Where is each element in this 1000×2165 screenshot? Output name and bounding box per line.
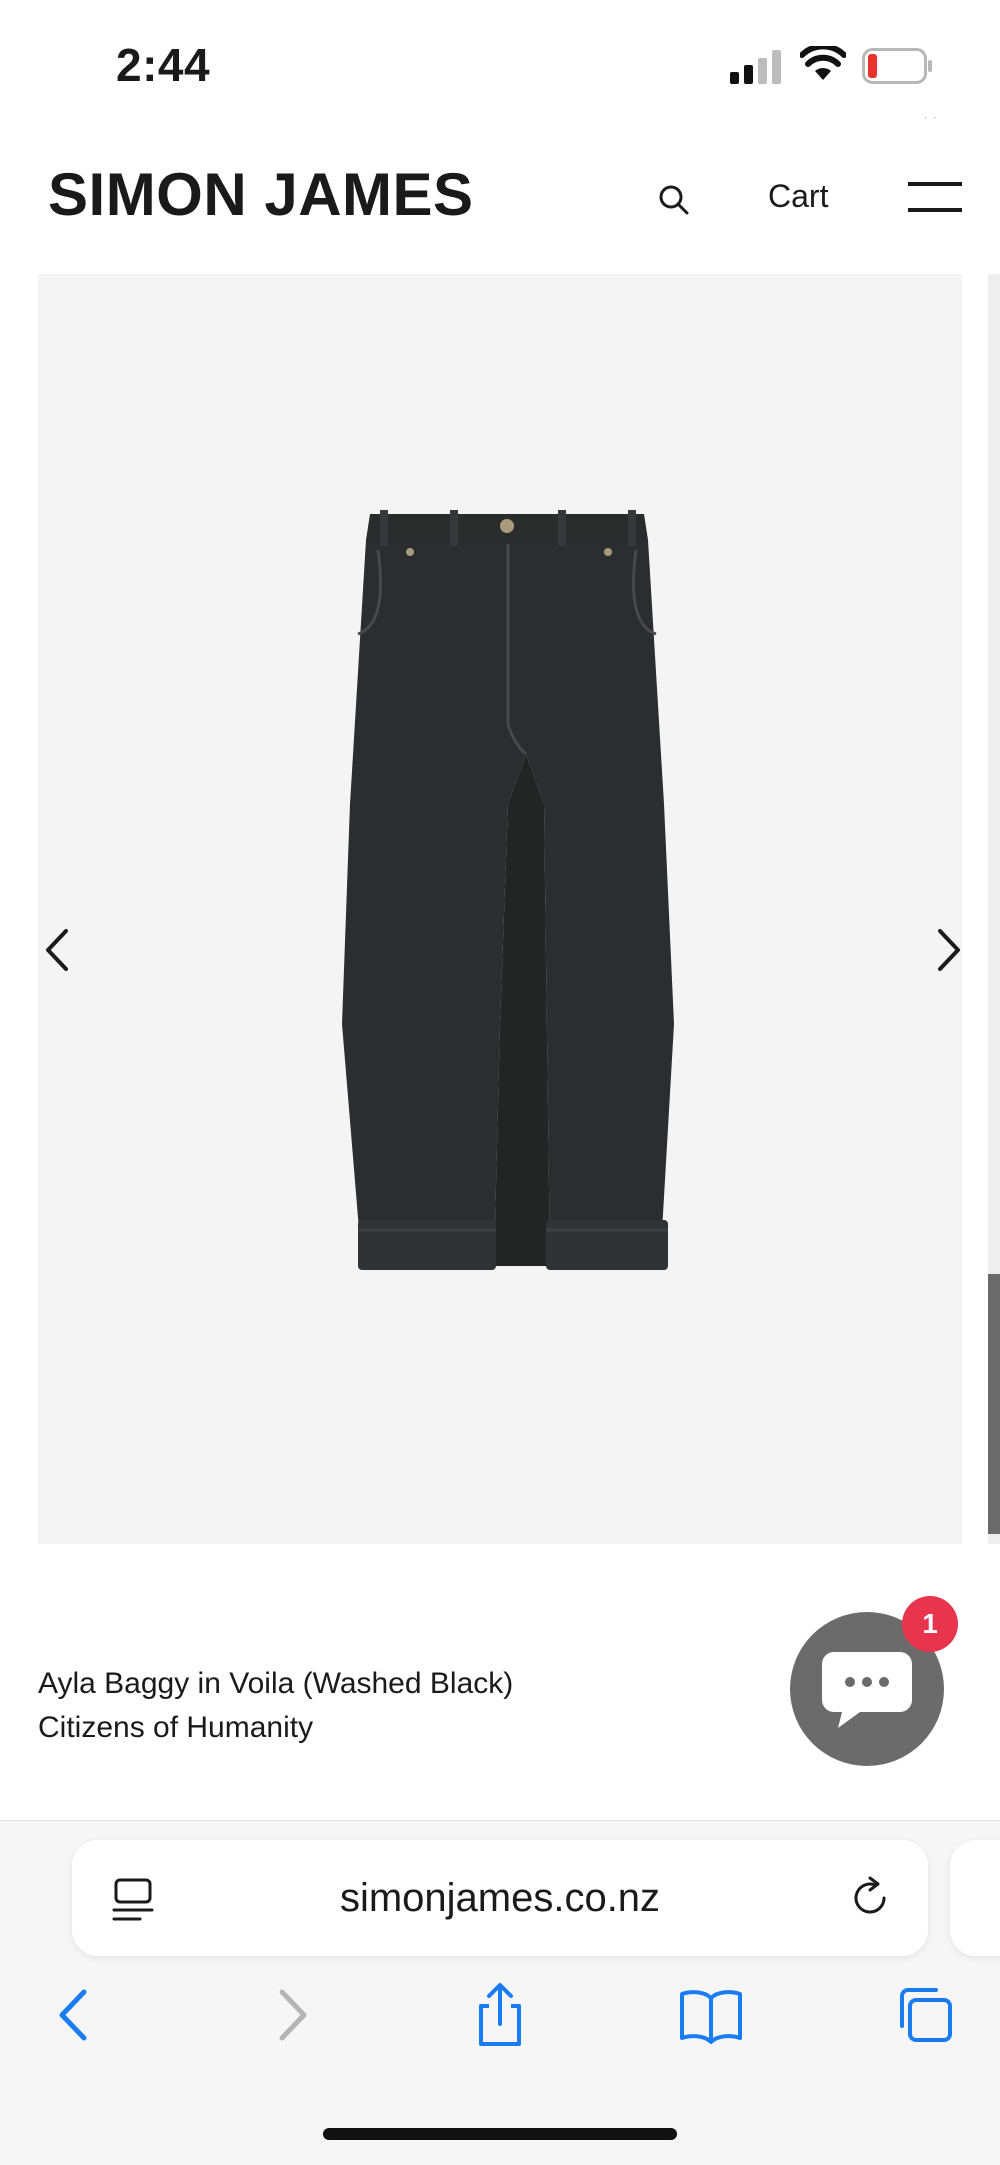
signal-icon [730,50,781,84]
forward-icon[interactable] [256,1980,326,2050]
faint-indicator: ·· [924,112,943,123]
browser-toolbar [0,1980,1000,2060]
product-title[interactable]: Ayla Baggy in Voila (Washed Black) [38,1662,513,1706]
chat-notification-badge: 1 [902,1596,958,1652]
search-icon[interactable] [656,182,692,218]
brand-logo[interactable]: SIMON JAMES [48,160,474,229]
product-info: Ayla Baggy in Voila (Washed Black) Citiz… [38,1662,513,1750]
bookmarks-icon[interactable] [676,1980,746,2050]
chat-bubble-icon [822,1652,912,1728]
next-slide-peek [988,274,1000,1544]
tabs-icon[interactable] [888,1980,958,2050]
back-icon[interactable] [40,1980,110,2050]
status-bar: 2:44 ·· [0,0,1000,130]
black-wide-leg-jeans-image [342,510,674,1270]
site-header: SIMON JAMES Cart [0,140,1000,260]
next-tab-peek[interactable] [950,1840,1000,1956]
hamburger-menu-icon[interactable] [908,180,962,214]
chevron-right-icon[interactable] [928,925,962,975]
url-text[interactable]: simonjames.co.nz [72,1840,928,1956]
share-icon[interactable] [465,1980,535,2050]
wifi-icon [800,46,846,80]
home-indicator [323,2128,677,2140]
product-brand: Citizens of Humanity [38,1711,314,1744]
product-gallery[interactable] [38,274,962,1544]
reload-icon[interactable] [848,1876,892,1920]
cart-link[interactable]: Cart [768,178,828,215]
status-time: 2:44 [116,39,211,91]
address-bar[interactable]: simonjames.co.nz [72,1840,928,1956]
chevron-left-icon[interactable] [38,925,78,975]
battery-low-icon [862,48,932,84]
